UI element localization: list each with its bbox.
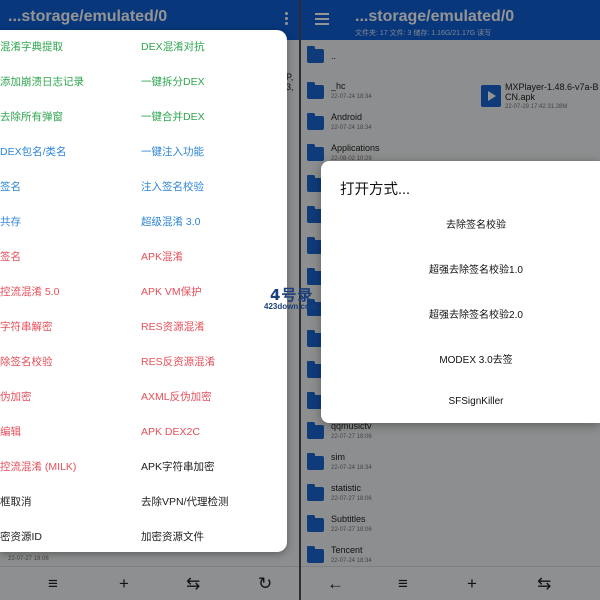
menu-item[interactable]: RES反资源混淆 [141,355,215,369]
menu-item[interactable]: 控流混淆 5.0 [0,285,60,299]
menu-item[interactable]: 字符串解密 [0,320,53,334]
menu-item[interactable]: 添加崩溃日志记录 [0,75,84,89]
tools-menu: 混淆字典提取 添加崩溃日志记录 去除所有弹窗 DEX包名/类名 签名 共存 签名… [0,30,287,552]
menu-item[interactable]: APK DEX2C [141,425,200,439]
menu-item[interactable]: 除签名校验 [0,355,53,369]
menu-item[interactable]: 注入签名校验 [141,180,204,194]
dialog-option[interactable]: 超强去除签名校验2.0 [381,306,571,321]
menu-item[interactable]: 一键合并DEX [141,110,205,124]
menu-item[interactable]: 密资源ID [0,530,42,544]
menu-item[interactable]: 共存 [0,215,21,229]
menu-item[interactable]: DEX混淆对抗 [141,40,205,54]
menu-item[interactable]: 控流混淆 (MILK) [0,460,76,474]
menu-item[interactable]: 签名 [0,250,21,264]
menu-item[interactable]: 签名 [0,180,21,194]
menu-item[interactable]: 一键注入功能 [141,145,204,159]
menu-item[interactable]: RES资源混淆 [141,320,205,334]
menu-item[interactable]: 编辑 [0,425,21,439]
menu-item[interactable]: 混淆字典提取 [0,40,63,54]
dialog-option[interactable]: 超强去除签名校验1.0 [381,261,571,276]
menu-item[interactable]: AXML反伪加密 [141,390,212,404]
dialog-option[interactable]: 去除签名校验 [381,216,571,231]
menu-item[interactable]: 一键拆分DEX [141,75,205,89]
menu-item[interactable]: DEX包名/类名 [0,145,67,159]
menu-item[interactable]: APK字符串加密 [141,460,215,474]
dialog-option[interactable]: SFSignKiller [381,396,571,407]
menu-item[interactable]: 去除VPN/代理检测 [141,495,229,509]
open-with-dialog: 打开方式... 去除签名校验 超强去除签名校验1.0 超强去除签名校验2.0 M… [321,161,600,423]
menu-item[interactable]: APK VM保护 [141,285,202,299]
menu-item[interactable]: 超级混淆 3.0 [141,215,201,229]
menu-item[interactable]: APK混淆 [141,250,183,264]
dialog-option[interactable]: MODEX 3.0去签 [381,351,571,366]
menu-item[interactable]: 去除所有弹窗 [0,110,63,124]
dialog-title: 打开方式... [340,182,411,198]
menu-item[interactable]: 框取消 [0,495,32,509]
watermark-line2: 423down.com [264,302,317,311]
menu-item[interactable]: 加密资源文件 [141,530,204,544]
watermark-logo: 4号录 423down.com [262,284,334,318]
menu-item[interactable]: 伪加密 [0,390,32,404]
